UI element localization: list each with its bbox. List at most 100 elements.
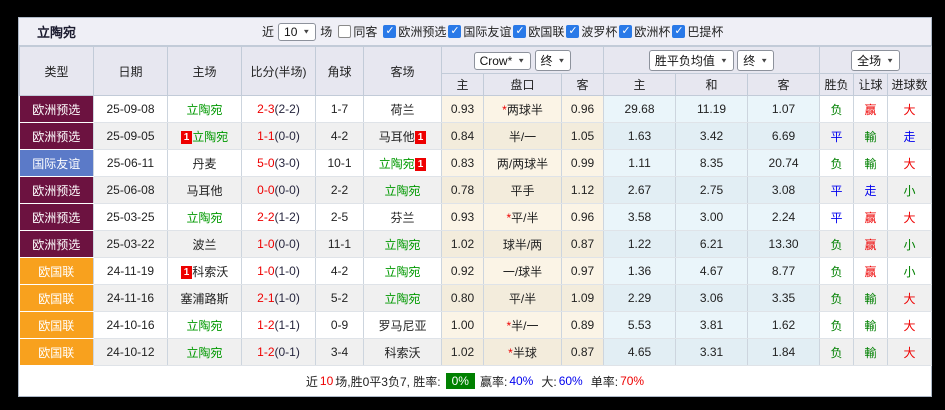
avg-home: 1.22 [604, 231, 676, 258]
col-corner: 角球 [316, 47, 364, 96]
league-type-badge: 欧国联 [20, 258, 94, 285]
avg-draw: 6.21 [676, 231, 748, 258]
corner-score: 2-2 [316, 177, 364, 204]
halftime-score: (1-0) [275, 291, 300, 305]
home-team: 立陶宛 [186, 346, 222, 360]
away-team-cell: 芬兰 [364, 204, 442, 231]
halftime-score: (0-0) [275, 237, 300, 251]
competition-checkbox[interactable] [672, 25, 685, 38]
away-odds: 0.99 [562, 150, 604, 177]
competition-checkbox[interactable] [513, 25, 526, 38]
competition-filter[interactable]: 巴提杯 [672, 23, 723, 40]
competition-checkbox[interactable] [448, 25, 461, 38]
home-team: 立陶宛 [186, 319, 222, 333]
avg-home: 29.68 [604, 96, 676, 123]
handicap: 一/球半 [503, 265, 542, 279]
away-team: 立陶宛 [384, 292, 420, 306]
home-team: 塞浦路斯 [180, 292, 228, 306]
away-team: 立陶宛 [384, 265, 420, 279]
avg-source-select[interactable]: 胜平负均值▼ [649, 50, 734, 71]
avg-home: 1.63 [604, 123, 676, 150]
avg-home: 5.53 [604, 312, 676, 339]
competition-filter[interactable]: 欧国联 [513, 23, 564, 40]
league-type-badge: 欧洲预选 [20, 177, 94, 204]
competition-filter[interactable]: 国际友谊 [448, 23, 511, 40]
result-handicap: 輸 [854, 285, 888, 312]
away-odds: 1.09 [562, 285, 604, 312]
competition-label: 欧国联 [528, 23, 564, 40]
halftime-score: (1-1) [275, 318, 300, 332]
league-type-badge: 欧国联 [20, 339, 94, 366]
avg-away: 1.62 [748, 312, 820, 339]
same-away-label: 同客 [353, 23, 377, 40]
competition-filter[interactable]: 欧洲杯 [619, 23, 670, 40]
home-odds: 0.93 [442, 96, 484, 123]
single-rate-value: 70% [620, 374, 644, 388]
corner-score: 4-2 [316, 258, 364, 285]
home-odds: 1.00 [442, 312, 484, 339]
away-team: 科索沃 [384, 346, 420, 360]
avg-home: 1.36 [604, 258, 676, 285]
match-date: 25-09-08 [94, 96, 168, 123]
league-type-badge: 欧国联 [20, 285, 94, 312]
result-winloss: 负 [820, 258, 854, 285]
scope-select[interactable]: 全场▼ [851, 50, 900, 71]
match-count-select[interactable]: 10▼ [278, 23, 316, 41]
handicap-cell: 球半/两 [484, 231, 562, 258]
competition-filter[interactable]: 波罗杯 [566, 23, 617, 40]
table-row: 欧洲预选 25-06-08 马耳他 0-0(0-0) 2-2 立陶宛 0.78 … [20, 177, 932, 204]
result-winloss: 负 [820, 312, 854, 339]
result-handicap: 赢 [854, 258, 888, 285]
home-team-cell: 塞浦路斯 [168, 285, 242, 312]
single-rate-label: 单率: [591, 373, 618, 390]
match-history-table: 类型 日期 主场 比分(半场) 角球 客场 Crow*▼ 终▼ 胜平负均值▼ 终… [19, 46, 932, 366]
away-team: 立陶宛 [379, 157, 415, 171]
home-team-cell: 马耳他 [168, 177, 242, 204]
big-rate-value: 60% [559, 374, 583, 388]
away-odds: 1.05 [562, 123, 604, 150]
fulltime-score: 2-2 [257, 210, 274, 224]
result-winloss: 负 [820, 231, 854, 258]
same-away-filter[interactable]: 同客 [338, 23, 377, 40]
col-avg-away: 客 [748, 74, 820, 96]
competition-checkbox[interactable] [619, 25, 632, 38]
away-odds: 0.87 [562, 231, 604, 258]
avg-away: 3.35 [748, 285, 820, 312]
near-label: 近 [262, 23, 274, 40]
col-avg-home: 主 [604, 74, 676, 96]
handicap: 半/一 [511, 319, 538, 333]
avg-away: 8.77 [748, 258, 820, 285]
avg-group-header: 胜平负均值▼ 终▼ [604, 47, 820, 74]
fulltime-score: 1-1 [257, 129, 274, 143]
corner-score: 2-5 [316, 204, 364, 231]
col-ah-result: 让球 [854, 74, 888, 96]
handicap: 平/半 [509, 292, 536, 306]
same-away-checkbox[interactable] [338, 25, 351, 38]
table-row: 欧洲预选 25-03-22 波兰 1-0(0-0) 11-1 立陶宛 1.02 … [20, 231, 932, 258]
halftime-score: (2-2) [275, 102, 300, 116]
result-handicap: 走 [854, 177, 888, 204]
result-goals: 走 [888, 123, 932, 150]
handicap-cell: 一/球半 [484, 258, 562, 285]
away-team-cell: 荷兰 [364, 96, 442, 123]
corner-score: 1-7 [316, 96, 364, 123]
odds-group-header: Crow*▼ 终▼ [442, 47, 604, 74]
score-cell: 1-0(1-0) [242, 258, 316, 285]
avg-draw: 2.75 [676, 177, 748, 204]
competition-checkbox[interactable] [383, 25, 396, 38]
away-odds: 0.96 [562, 204, 604, 231]
chevron-down-icon: ▼ [558, 56, 566, 63]
result-goals: 小 [888, 258, 932, 285]
away-team-cell: 立陶宛1 [364, 150, 442, 177]
away-team-cell: 马耳他1 [364, 123, 442, 150]
avg-final-select[interactable]: 终▼ [737, 50, 774, 71]
match-date: 25-03-22 [94, 231, 168, 258]
competition-filter[interactable]: 欧洲预选 [383, 23, 446, 40]
red-card-badge: 1 [181, 131, 193, 144]
odds-source-select[interactable]: Crow*▼ [474, 52, 532, 70]
odds-final-select[interactable]: 终▼ [535, 50, 572, 71]
toolbar: 立陶宛 近 10▼ 场 同客 欧洲预选国际友谊欧国联波罗杯欧洲杯巴提杯 [19, 18, 931, 46]
competition-checkbox[interactable] [566, 25, 579, 38]
fulltime-score: 1-2 [257, 318, 274, 332]
home-team-cell: 立陶宛 [168, 339, 242, 366]
